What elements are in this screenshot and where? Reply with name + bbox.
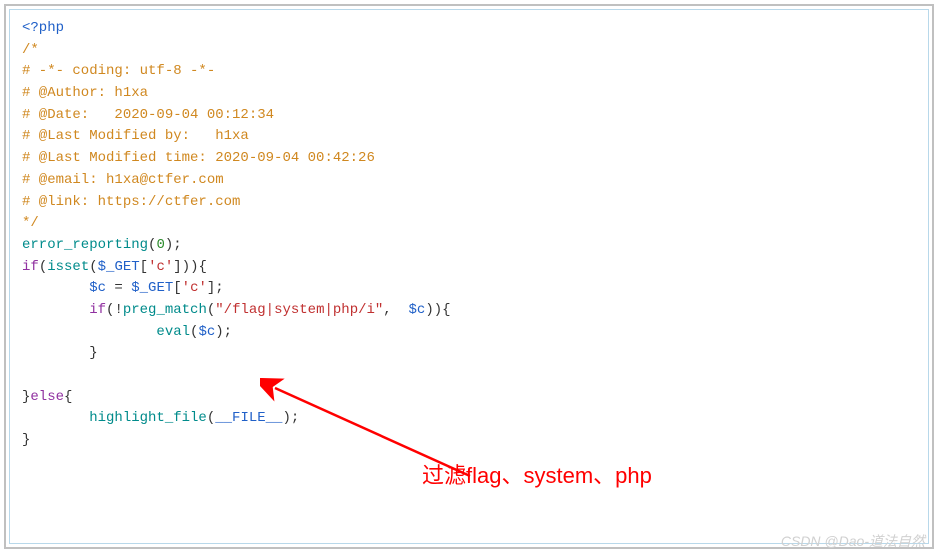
brace-open: { bbox=[64, 389, 72, 405]
literal-zero: 0 bbox=[156, 237, 164, 253]
code-if-isset: if(isset($_GET['c'])){ bbox=[22, 257, 916, 279]
indent bbox=[22, 324, 156, 340]
code-brace-close: } bbox=[22, 430, 916, 452]
code-comment: # @Last Modified time: 2020-09-04 00:42:… bbox=[22, 148, 916, 170]
paren-open: ( bbox=[89, 259, 97, 275]
paren-open: ( bbox=[207, 410, 215, 426]
str-regex: "/flag|system|php/i" bbox=[215, 302, 383, 318]
fn-preg-match: preg_match bbox=[123, 302, 207, 318]
fn-highlight-file: highlight_file bbox=[89, 410, 207, 426]
op-not: ! bbox=[114, 302, 122, 318]
code-line-php-open: <?php bbox=[22, 18, 916, 40]
indent bbox=[22, 345, 89, 361]
str-c: 'c' bbox=[148, 259, 173, 275]
annotation-text: 过滤flag、system、php bbox=[422, 458, 652, 490]
code-comment: # @Author: h1xa bbox=[22, 83, 916, 105]
fn-error-reporting: error_reporting bbox=[22, 237, 148, 253]
fn-isset: isset bbox=[47, 259, 89, 275]
paren-close: ) bbox=[434, 302, 442, 318]
paren-close-semi: ); bbox=[215, 324, 232, 340]
code-line-blank bbox=[22, 365, 916, 387]
semi: ; bbox=[215, 280, 223, 296]
paren-close: ) bbox=[425, 302, 433, 318]
code-error-reporting: error_reporting(0); bbox=[22, 235, 916, 257]
code-comment: # @Last Modified by: h1xa bbox=[22, 126, 916, 148]
code-comment: # @email: h1xa@ctfer.com bbox=[22, 170, 916, 192]
brace-open: { bbox=[442, 302, 450, 318]
watermark-text: CSDN @Dao-道法自然 bbox=[781, 531, 925, 551]
var-get: $_GET bbox=[131, 280, 173, 296]
assign: = bbox=[106, 280, 131, 296]
code-assign-c: $c = $_GET['c']; bbox=[22, 278, 916, 300]
brace-open: { bbox=[199, 259, 207, 275]
var-c: $c bbox=[198, 324, 215, 340]
var-get: $_GET bbox=[98, 259, 140, 275]
indent bbox=[22, 410, 89, 426]
code-eval: eval($c); bbox=[22, 322, 916, 344]
paren-open: ( bbox=[207, 302, 215, 318]
paren-close: ) bbox=[190, 259, 198, 275]
paren-close: ) bbox=[182, 259, 190, 275]
var-c: $c bbox=[409, 302, 426, 318]
comma: , bbox=[383, 302, 408, 318]
code-comment-open: /* bbox=[22, 40, 916, 62]
code-if-pregmatch: if(!preg_match("/flag|system|php/i", $c)… bbox=[22, 300, 916, 322]
paren-open: ( bbox=[39, 259, 47, 275]
kw-if: if bbox=[22, 259, 39, 275]
paren-close-semi: ); bbox=[282, 410, 299, 426]
brace-close: } bbox=[89, 345, 97, 361]
bracket-open: [ bbox=[173, 280, 181, 296]
indent bbox=[22, 302, 89, 318]
paren-close-semi: ); bbox=[165, 237, 182, 253]
fn-eval: eval bbox=[156, 324, 190, 340]
var-c: $c bbox=[89, 280, 106, 296]
bracket-close: ] bbox=[173, 259, 181, 275]
indent bbox=[22, 280, 89, 296]
code-else: }else{ bbox=[22, 387, 916, 409]
code-comment-close: */ bbox=[22, 213, 916, 235]
code-comment: # @Date: 2020-09-04 00:12:34 bbox=[22, 105, 916, 127]
code-comment: # @link: https://ctfer.com bbox=[22, 192, 916, 214]
kw-else: else bbox=[30, 389, 64, 405]
kw-if: if bbox=[89, 302, 106, 318]
bracket-open: [ bbox=[140, 259, 148, 275]
code-highlight-file: highlight_file(__FILE__); bbox=[22, 408, 916, 430]
code-comment: # -*- coding: utf-8 -*- bbox=[22, 61, 916, 83]
const-file: __FILE__ bbox=[215, 410, 282, 426]
code-brace-close: } bbox=[22, 343, 916, 365]
str-c: 'c' bbox=[182, 280, 207, 296]
